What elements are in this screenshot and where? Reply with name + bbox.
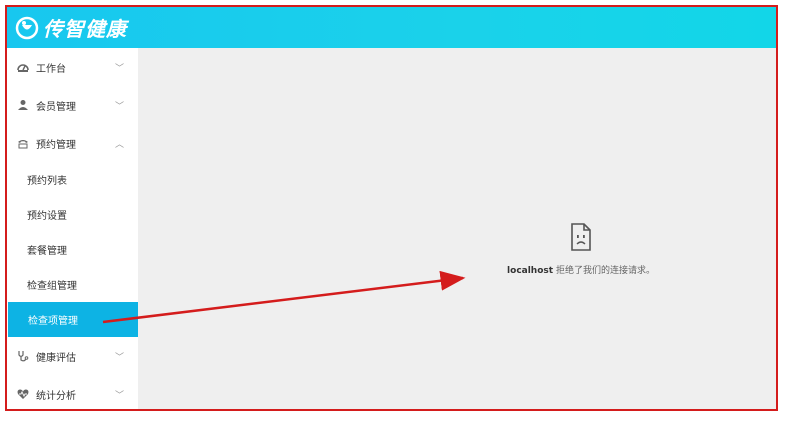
sidebar-subitem-package-management[interactable]: 套餐管理: [7, 232, 138, 267]
chevron-down-icon: ﹀: [115, 63, 125, 74]
browser-frame: 传智健康 工作台 ﹀ 会员管理 ﹀ 预约管理 ︿ 预约列表 预约设置 套餐管理 …: [5, 5, 778, 411]
dashboard-icon: [17, 61, 29, 73]
sidebar-item-health-assessment[interactable]: 健康评估 ﹀: [7, 337, 138, 375]
sidebar-item-appointments[interactable]: 预约管理 ︿: [7, 124, 138, 162]
sidebar-item-statistics[interactable]: 统计分析 ﹀: [7, 375, 138, 409]
sidebar-item-label: 工作台: [36, 63, 66, 75]
error-message: localhost 拒绝了我们的连接请求。: [506, 263, 656, 276]
brand-logo[interactable]: 传智健康: [15, 13, 127, 42]
sidebar-subitem-checkgroup-management[interactable]: 检查组管理: [7, 267, 138, 302]
sidebar-subitem-appointment-settings[interactable]: 预约设置: [7, 197, 138, 232]
sidebar-item-members[interactable]: 会员管理 ﹀: [7, 86, 138, 124]
sidebar-item-label: 预约管理: [36, 139, 76, 151]
user-icon: [17, 99, 29, 111]
error-text: 拒绝了我们的连接请求。: [555, 266, 655, 276]
heart-pulse-icon: [17, 388, 29, 400]
error-host: localhost: [507, 266, 554, 276]
brand-name: 传智健康: [43, 17, 127, 41]
sidebar-subitem-checkitem-management[interactable]: 检查项管理: [8, 302, 138, 337]
phone-icon: [17, 137, 29, 149]
chevron-up-icon: ︿: [115, 139, 125, 150]
sad-page-icon: [571, 223, 591, 251]
sidebar-item-workbench[interactable]: 工作台 ﹀: [7, 48, 138, 86]
stethoscope-icon: [17, 350, 29, 362]
sidebar-item-label: 会员管理: [36, 101, 76, 113]
chevron-down-icon: ﹀: [115, 390, 125, 401]
main-content: localhost 拒绝了我们的连接请求。: [138, 48, 776, 409]
brand-logo-icon: [15, 16, 39, 39]
header-bar: 传智健康: [7, 7, 776, 48]
sidebar-subitem-appointment-list[interactable]: 预约列表: [7, 162, 138, 197]
sidebar-item-label: 健康评估: [36, 352, 76, 364]
chevron-down-icon: ﹀: [115, 101, 125, 112]
sidebar: 工作台 ﹀ 会员管理 ﹀ 预约管理 ︿ 预约列表 预约设置 套餐管理 检查组管理…: [7, 48, 138, 409]
sidebar-item-label: 统计分析: [36, 390, 76, 402]
connection-error: localhost 拒绝了我们的连接请求。: [506, 223, 656, 276]
chevron-down-icon: ﹀: [115, 352, 125, 363]
